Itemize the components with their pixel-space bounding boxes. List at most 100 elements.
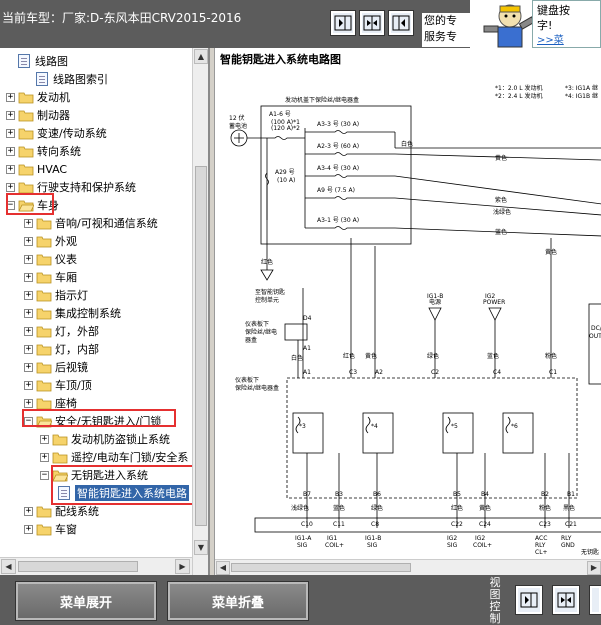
menu-expand-button[interactable]: 菜单展开 xyxy=(15,581,157,621)
tree-item[interactable]: + 车窗 xyxy=(24,520,77,538)
view-left-button[interactable] xyxy=(330,10,356,36)
folder-icon xyxy=(36,253,52,266)
svg-text:*6: *6 xyxy=(511,423,518,430)
diagram-scroll-right-icon[interactable]: ▶ xyxy=(587,561,601,575)
expand-icon[interactable]: + xyxy=(24,380,33,390)
tree-item[interactable]: + 变速/传动系统 xyxy=(6,124,107,142)
bottom-view-right-button[interactable] xyxy=(589,585,601,615)
car-model-label: 当前车型：厂家:D-东风本田CRV2015-2016 xyxy=(2,11,242,25)
tree-item[interactable]: 线路图 xyxy=(18,52,68,70)
view-left-icon xyxy=(334,15,352,31)
tree-item[interactable]: + 指示灯 xyxy=(24,286,88,304)
tree-item[interactable]: + 制动器 xyxy=(6,106,70,124)
svg-text:12 伏: 12 伏 xyxy=(229,114,245,122)
svg-text:蓝色: 蓝色 xyxy=(333,504,345,512)
svg-text:*5: *5 xyxy=(451,423,458,430)
tree-item[interactable]: + 车厢 xyxy=(24,268,77,286)
tree-item[interactable]: + HVAC xyxy=(6,160,67,178)
tree-item[interactable]: + 音响/可视和通信系统 xyxy=(24,214,158,232)
scroll-right-icon[interactable]: ▶ xyxy=(175,559,190,574)
svg-text:黑色: 黑色 xyxy=(563,504,575,512)
svg-text:C11: C11 xyxy=(333,521,345,528)
tree-item-label: 遥控/电动车门锁/安全系 xyxy=(71,451,189,464)
expand-icon[interactable]: + xyxy=(24,290,33,300)
expand-icon[interactable]: + xyxy=(24,236,33,246)
menu-collapse-button[interactable]: 菜单折叠 xyxy=(167,581,309,621)
expand-icon[interactable]: + xyxy=(24,524,33,534)
expand-icon[interactable]: + xyxy=(24,362,33,372)
tree-item[interactable]: + 灯，外部 xyxy=(24,322,99,340)
tree-item[interactable]: + 灯，内部 xyxy=(24,340,99,358)
tree-item[interactable]: 线路图索引 xyxy=(36,70,108,88)
diagram-horizontal-scrollbar[interactable]: ◀ ▶ xyxy=(215,559,601,575)
expand-icon[interactable]: + xyxy=(24,254,33,264)
expand-icon[interactable]: + xyxy=(24,272,33,282)
svg-text:RLY: RLY xyxy=(561,535,572,542)
ad-link[interactable]: >>菜 xyxy=(537,33,596,48)
expand-icon[interactable]: + xyxy=(6,128,15,138)
expand-icon[interactable]: + xyxy=(6,146,15,156)
expand-icon[interactable]: + xyxy=(24,308,33,318)
tree-item-label: 外观 xyxy=(55,235,77,248)
expand-icon[interactable]: + xyxy=(6,164,15,174)
diagram-panel: 发动机盖下保险丝/继电器盒 12 伏 蓄电池 A1-6 号 (100 A)*1 … xyxy=(214,48,601,575)
tree-item[interactable]: + 集成控制系统 xyxy=(24,304,121,322)
scroll-thumb[interactable] xyxy=(195,166,207,526)
svg-text:红色: 红色 xyxy=(261,258,273,266)
tree-horizontal-scrollbar[interactable]: ◀ ▶ xyxy=(0,557,192,575)
tree-item[interactable]: + 车顶/顶 xyxy=(24,376,92,394)
scroll-down-icon[interactable]: ▼ xyxy=(194,540,208,555)
svg-text:B1: B1 xyxy=(567,491,575,498)
folder-icon xyxy=(36,307,52,320)
tree-item-label: 线路图 xyxy=(35,55,68,68)
view-split-button[interactable] xyxy=(359,10,385,36)
expand-icon[interactable]: + xyxy=(24,326,33,336)
folder-icon xyxy=(18,145,34,158)
tree-item[interactable]: + 后视镜 xyxy=(24,358,88,376)
svg-text:*4: IG1B 继: *4: IG1B 继 xyxy=(565,92,598,100)
highlight-box-security xyxy=(22,409,176,427)
tree-item[interactable]: + 发动机 xyxy=(6,88,70,106)
diagram-scroll-left-icon[interactable]: ◀ xyxy=(216,561,230,575)
expand-icon[interactable]: + xyxy=(6,110,15,120)
expand-icon[interactable]: + xyxy=(40,434,49,444)
expand-icon[interactable]: + xyxy=(6,182,15,192)
expand-icon[interactable]: + xyxy=(6,92,15,102)
tree-item[interactable]: + 外观 xyxy=(24,232,77,250)
scroll-up-icon[interactable]: ▲ xyxy=(194,49,208,64)
expand-icon[interactable]: + xyxy=(40,452,49,462)
svg-text:A1: A1 xyxy=(303,369,311,376)
expand-icon[interactable]: + xyxy=(24,218,33,228)
svg-text:B5: B5 xyxy=(453,491,461,498)
expand-icon[interactable]: + xyxy=(24,398,33,408)
svg-text:A9 号 (7.5 A): A9 号 (7.5 A) xyxy=(317,187,355,194)
ad-box: 键盘按 字! >>菜 xyxy=(532,0,601,48)
tree-item[interactable]: + 仪表 xyxy=(24,250,77,268)
tree-item[interactable]: + 转向系统 xyxy=(6,142,81,160)
svg-text:A3-1 号 (30 A): A3-1 号 (30 A) xyxy=(317,217,359,224)
scroll-left-icon[interactable]: ◀ xyxy=(1,559,16,574)
svg-text:至智能钥匙: 至智能钥匙 xyxy=(255,288,285,296)
tree-item-label: 车厢 xyxy=(55,271,77,284)
view-right-button[interactable] xyxy=(388,10,414,36)
scroll-thumb-h[interactable] xyxy=(18,561,138,572)
folder-icon xyxy=(36,505,52,518)
wiring-diagram: 发动机盖下保险丝/继电器盒 12 伏 蓄电池 A1-6 号 (100 A)*1 … xyxy=(229,84,601,556)
tree-item[interactable]: + 遥控/电动车门锁/安全系 xyxy=(40,448,188,466)
bottom-bar: 菜单展开 菜单折叠 视图控制 xyxy=(0,575,601,625)
expand-icon[interactable]: + xyxy=(24,506,33,516)
bottom-view-left-button[interactable] xyxy=(515,585,543,615)
view-split-icon xyxy=(363,15,381,31)
tree-vertical-scrollbar[interactable]: ▲ ▼ xyxy=(192,48,208,575)
svg-text:A1-6 号: A1-6 号 xyxy=(269,111,291,118)
bottom-view-split-button[interactable] xyxy=(552,585,580,615)
top-bar: 当前车型：厂家:D-东风本田CRV2015-2016 您的专 服务专 键盘按 字… xyxy=(0,0,601,48)
collapse-icon[interactable]: − xyxy=(40,470,49,480)
svg-text:黄色: 黄色 xyxy=(365,352,377,360)
tree-item[interactable]: + 发动机防盗锁止系统 xyxy=(40,430,170,448)
svg-text:C1: C1 xyxy=(549,369,557,376)
expand-icon[interactable]: + xyxy=(24,344,33,354)
ad-banner[interactable]: 您的专 服务专 键盘按 字! >>菜 xyxy=(420,0,601,48)
document-icon xyxy=(18,54,30,68)
diagram-scroll-thumb[interactable] xyxy=(231,563,411,572)
